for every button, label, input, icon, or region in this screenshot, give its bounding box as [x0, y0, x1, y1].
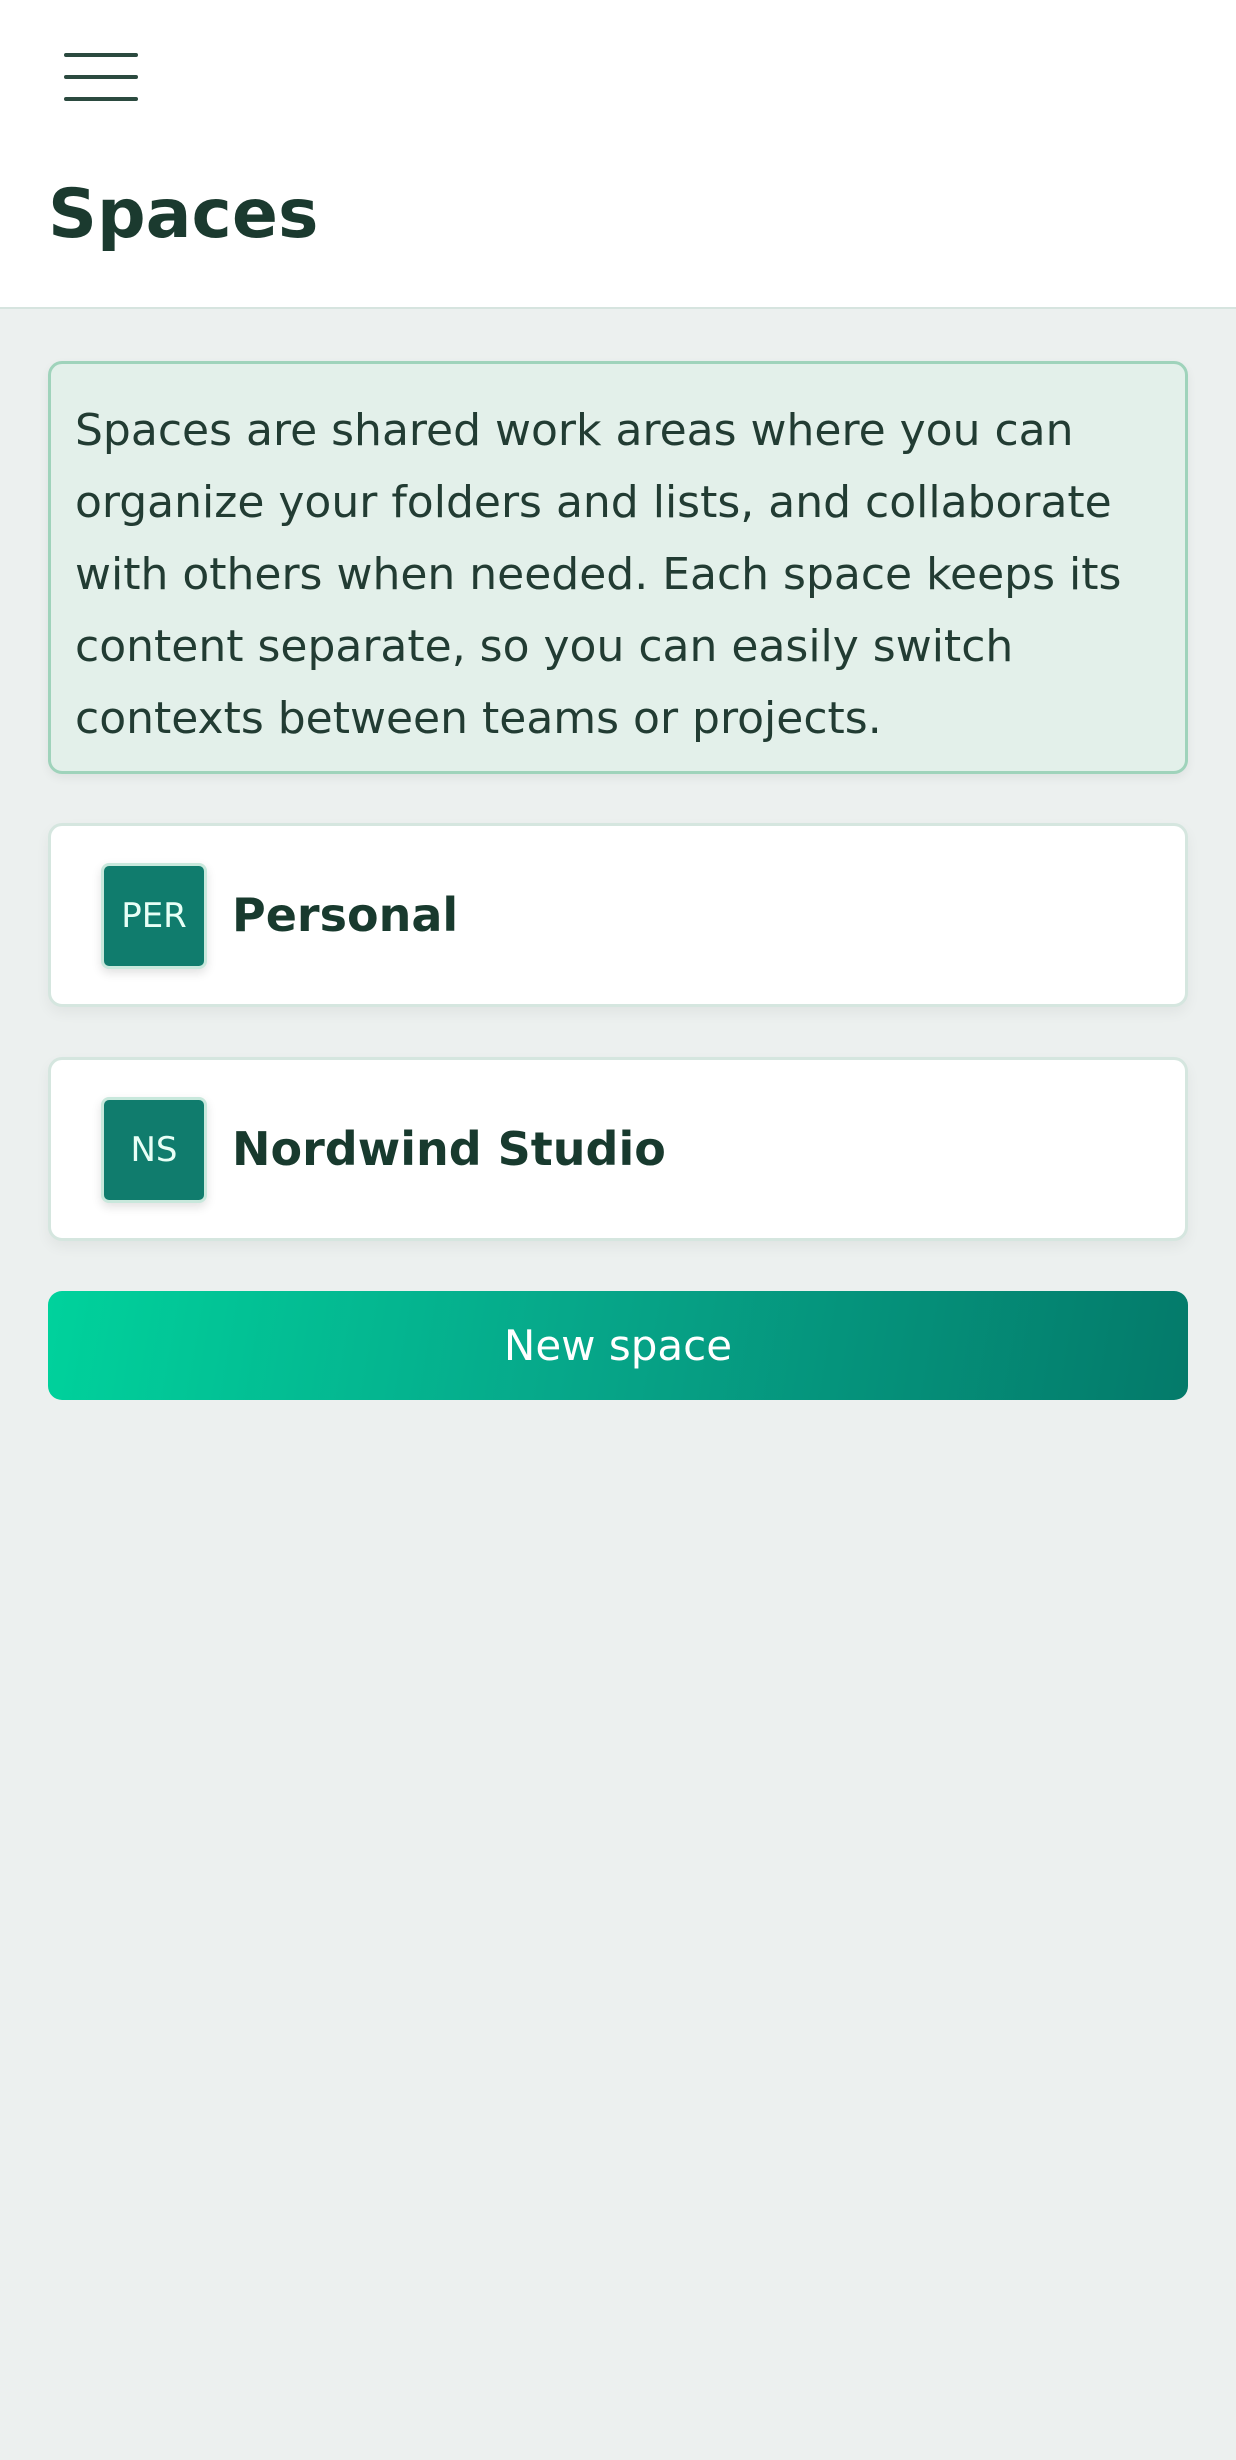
menu-bar	[64, 97, 138, 101]
new-space-button[interactable]: New space	[48, 1291, 1188, 1400]
hamburger-menu-icon[interactable]	[48, 40, 156, 118]
menu-bar	[64, 75, 138, 79]
app-header: Spaces	[0, 0, 1236, 309]
space-avatar: NS	[101, 1097, 207, 1203]
space-card-personal[interactable]: PER Personal	[48, 823, 1188, 1007]
space-name: Nordwind Studio	[232, 1122, 666, 1176]
space-avatar: PER	[101, 863, 207, 969]
space-card-nordwind-studio[interactable]: NS Nordwind Studio	[48, 1057, 1188, 1241]
menu-bar	[64, 53, 138, 57]
spaces-info-box: Spaces are shared work areas where you c…	[48, 361, 1188, 774]
page-title: Spaces	[48, 175, 319, 254]
space-name: Personal	[232, 888, 459, 942]
